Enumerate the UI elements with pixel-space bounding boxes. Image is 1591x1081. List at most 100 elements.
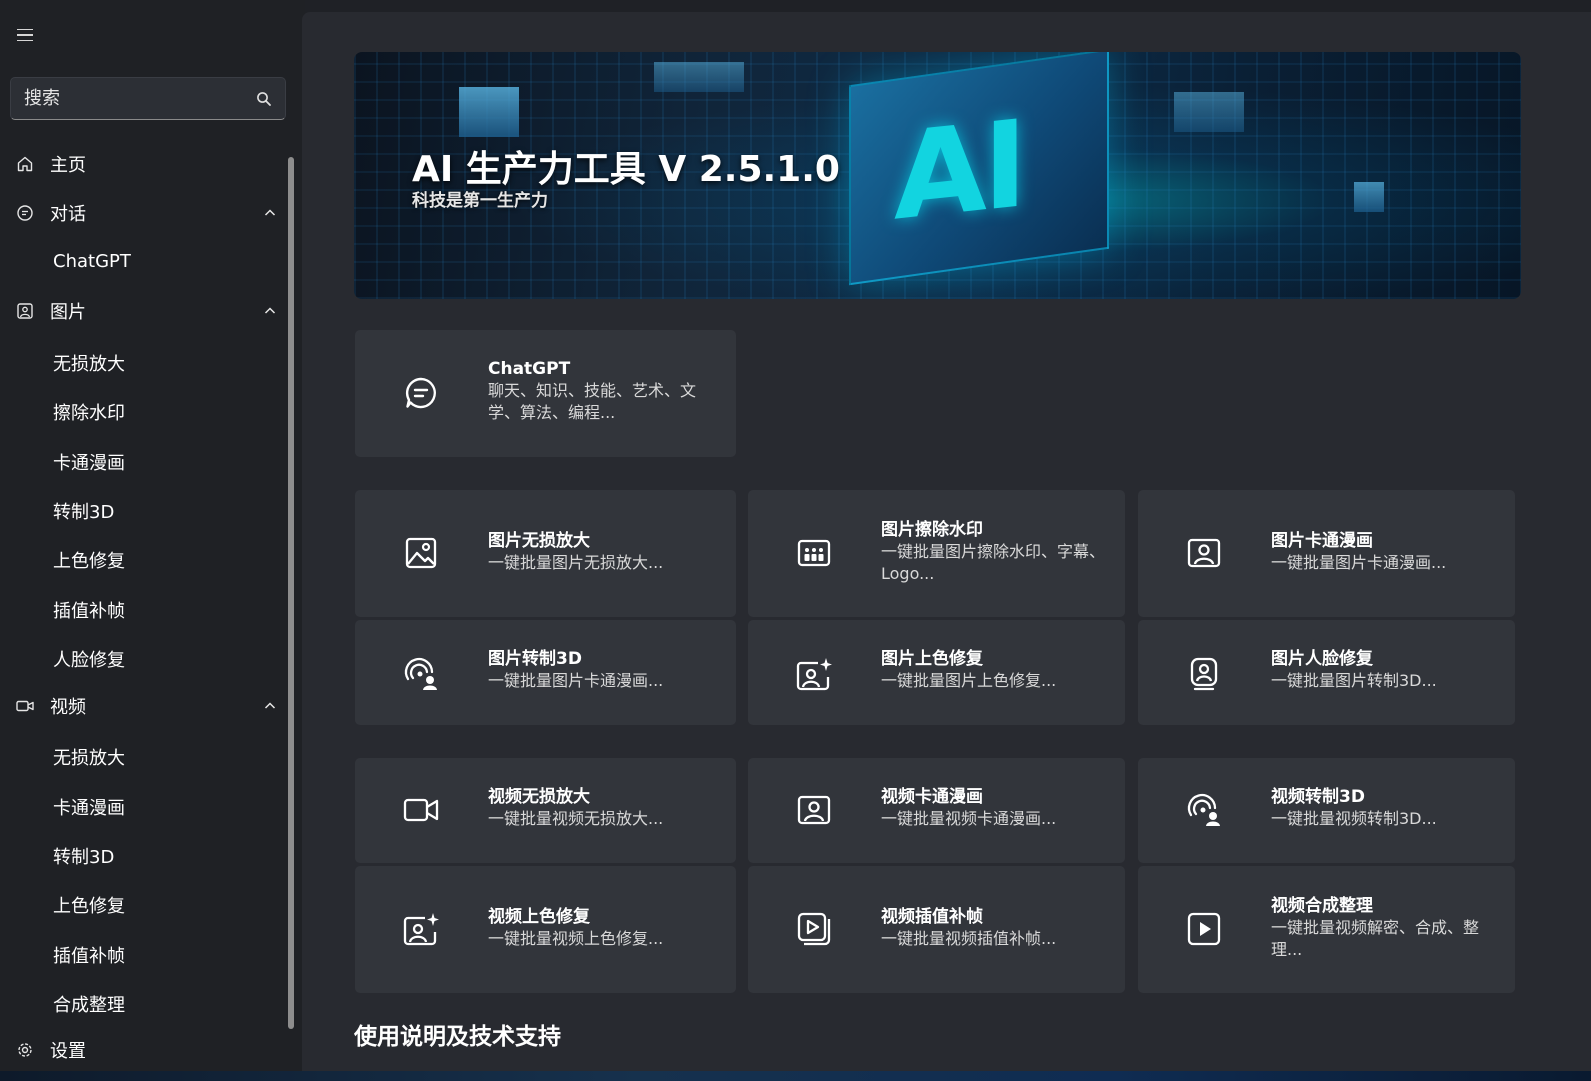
nav-subitem-video-cartoon[interactable]: 卡通漫画 bbox=[0, 785, 288, 825]
card-video-compose[interactable]: 视频合成整理 一键批量视频解密、合成、整理... bbox=[1138, 866, 1515, 993]
card-desc: 一键批量图片擦除水印、字幕、Logo... bbox=[881, 542, 1106, 583]
portrait-icon bbox=[1184, 533, 1224, 573]
chat-bubble-icon bbox=[401, 373, 441, 413]
desktop-edge bbox=[0, 1071, 1591, 1081]
nav-subitem-image-colorize[interactable]: 上色修复 bbox=[0, 538, 288, 578]
search-box bbox=[10, 77, 286, 120]
chevron-up-icon[interactable] bbox=[262, 303, 278, 319]
nav-label-image: 图片 bbox=[50, 302, 86, 323]
nav-subitem-chatgpt[interactable]: ChatGPT bbox=[0, 242, 288, 282]
card-title: 图片人脸修复 bbox=[1271, 649, 1373, 669]
card-title: 视频插值补帧 bbox=[881, 907, 983, 927]
hamburger-icon bbox=[17, 28, 33, 31]
card-image-watermark[interactable]: 图片擦除水印 一键批量图片擦除水印、字幕、Logo... bbox=[748, 490, 1125, 617]
card-title: 视频转制3D bbox=[1271, 787, 1365, 807]
home-icon bbox=[15, 154, 35, 174]
card-image-3d[interactable]: 图片转制3D 一键批量图片卡通漫画... bbox=[355, 620, 736, 725]
card-title: 图片上色修复 bbox=[881, 649, 983, 669]
nav-subitem-video-3d[interactable]: 转制3D bbox=[0, 834, 288, 874]
card-title: 图片擦除水印 bbox=[881, 520, 983, 540]
nav-item-image[interactable]: 图片 bbox=[0, 291, 288, 331]
card-video-interpolate[interactable]: 视频插值补帧 一键批量视频插值补帧... bbox=[748, 866, 1125, 993]
search-icon bbox=[257, 92, 271, 106]
card-title: 视频上色修复 bbox=[488, 907, 590, 927]
nav-item-home[interactable]: 主页 bbox=[0, 144, 288, 184]
card-title: ChatGPT bbox=[488, 359, 571, 379]
menu-toggle-button[interactable] bbox=[10, 20, 40, 50]
sidebar-scrollbar[interactable] bbox=[288, 157, 294, 1029]
video-clip-icon bbox=[794, 909, 834, 949]
search-button[interactable] bbox=[251, 86, 277, 112]
nav-label-home: 主页 bbox=[50, 155, 86, 176]
section-title: 使用说明及技术支持 bbox=[354, 1024, 561, 1050]
main-content: AI AI 生产力工具 V 2.5.1.0 科技是第一生产力 ChatGPT 聊… bbox=[302, 12, 1591, 1081]
play-box-icon bbox=[1184, 909, 1224, 949]
card-video-3d[interactable]: 视频转制3D 一键批量视频转制3D... bbox=[1138, 758, 1515, 863]
search-input[interactable] bbox=[11, 78, 246, 119]
card-image-face[interactable]: 图片人脸修复 一键批量图片转制3D... bbox=[1138, 620, 1515, 725]
photo-gallery-icon bbox=[794, 533, 834, 573]
card-desc: 一键批量视频转制3D... bbox=[1271, 809, 1437, 828]
card-desc: 一键批量图片卡通漫画... bbox=[488, 671, 664, 690]
portrait-sparkle-icon bbox=[794, 654, 834, 694]
hero-banner: AI AI 生产力工具 V 2.5.1.0 科技是第一生产力 bbox=[354, 52, 1521, 299]
nav-subitem-video-colorize[interactable]: 上色修复 bbox=[0, 883, 288, 923]
banner-title: AI 生产力工具 V 2.5.1.0 bbox=[412, 149, 840, 190]
nav-subitem-image-interpolate[interactable]: 插值补帧 bbox=[0, 588, 288, 628]
card-desc: 一键批量视频解密、合成、整理... bbox=[1271, 918, 1480, 959]
nav-label-video: 视频 bbox=[50, 697, 86, 718]
chevron-up-icon[interactable] bbox=[262, 205, 278, 221]
card-image-upscale[interactable]: 图片无损放大 一键批量图片无损放大... bbox=[355, 490, 736, 617]
nav-item-video[interactable]: 视频 bbox=[0, 686, 288, 726]
card-desc: 一键批量图片转制3D... bbox=[1271, 671, 1437, 690]
ai-chip-text: AI bbox=[894, 95, 1024, 248]
sidebar: 主页 对话 ChatGPT 图片 无损放大 擦除水印 卡通漫画 转制3D 上色修… bbox=[0, 0, 305, 1081]
card-desc: 一键批量图片无损放大... bbox=[488, 553, 664, 572]
video-camera-icon bbox=[401, 790, 441, 830]
nav-subitem-image-upscale[interactable]: 无损放大 bbox=[0, 341, 288, 381]
nav-subitem-video-compose[interactable]: 合成整理 bbox=[0, 982, 288, 1022]
gear-icon bbox=[15, 1040, 35, 1060]
image-icon bbox=[401, 533, 441, 573]
nav-subitem-image-cartoon[interactable]: 卡通漫画 bbox=[0, 440, 288, 480]
nav-label-chat: 对话 bbox=[50, 204, 86, 225]
nav-subitem-video-interpolate[interactable]: 插值补帧 bbox=[0, 933, 288, 973]
card-desc: 聊天、知识、技能、艺术、文学、算法、编程... bbox=[488, 381, 697, 422]
nav-subitem-image-3d[interactable]: 转制3D bbox=[0, 489, 288, 529]
person-broadcast-icon bbox=[401, 654, 441, 694]
card-image-colorize[interactable]: 图片上色修复 一键批量图片上色修复... bbox=[748, 620, 1125, 725]
nav-subitem-image-face[interactable]: 人脸修复 bbox=[0, 637, 288, 677]
card-video-cartoon[interactable]: 视频卡通漫画 一键批量视频卡通漫画... bbox=[748, 758, 1125, 863]
card-desc: 一键批量视频无损放大... bbox=[488, 809, 664, 828]
card-title: 视频卡通漫画 bbox=[881, 787, 983, 807]
video-camera-icon bbox=[15, 696, 35, 716]
nav-item-settings[interactable]: 设置 bbox=[0, 1030, 288, 1070]
card-image-cartoon[interactable]: 图片卡通漫画 一键批量图片卡通漫画... bbox=[1138, 490, 1515, 617]
person-broadcast-icon bbox=[1184, 790, 1224, 830]
card-title: 图片卡通漫画 bbox=[1271, 531, 1373, 551]
card-desc: 一键批量图片卡通漫画... bbox=[1271, 553, 1447, 572]
card-title: 图片无损放大 bbox=[488, 531, 590, 551]
nav-subitem-video-upscale[interactable]: 无损放大 bbox=[0, 735, 288, 775]
card-desc: 一键批量视频上色修复... bbox=[488, 929, 664, 948]
card-chatgpt[interactable]: ChatGPT 聊天、知识、技能、艺术、文学、算法、编程... bbox=[355, 330, 736, 457]
image-icon bbox=[15, 301, 35, 321]
chat-icon bbox=[15, 203, 35, 223]
card-title: 视频无损放大 bbox=[488, 787, 590, 807]
banner-subtitle: 科技是第一生产力 bbox=[412, 191, 548, 211]
card-desc: 一键批量视频卡通漫画... bbox=[881, 809, 1057, 828]
nav-subitem-image-watermark[interactable]: 擦除水印 bbox=[0, 390, 288, 430]
nav-label-settings: 设置 bbox=[50, 1041, 86, 1062]
card-video-colorize[interactable]: 视频上色修复 一键批量视频上色修复... bbox=[355, 866, 736, 993]
card-desc: 一键批量图片上色修复... bbox=[881, 671, 1057, 690]
card-title: 视频合成整理 bbox=[1271, 896, 1373, 916]
card-title: 图片转制3D bbox=[488, 649, 582, 669]
chevron-up-icon[interactable] bbox=[262, 698, 278, 714]
app-window: 主页 对话 ChatGPT 图片 无损放大 擦除水印 卡通漫画 转制3D 上色修… bbox=[0, 0, 1591, 1081]
portrait-icon bbox=[794, 790, 834, 830]
nav-item-chat[interactable]: 对话 bbox=[0, 193, 288, 233]
face-id-icon bbox=[1184, 654, 1224, 694]
portrait-sparkle-icon bbox=[401, 909, 441, 949]
card-desc: 一键批量视频插值补帧... bbox=[881, 929, 1057, 948]
card-video-upscale[interactable]: 视频无损放大 一键批量视频无损放大... bbox=[355, 758, 736, 863]
